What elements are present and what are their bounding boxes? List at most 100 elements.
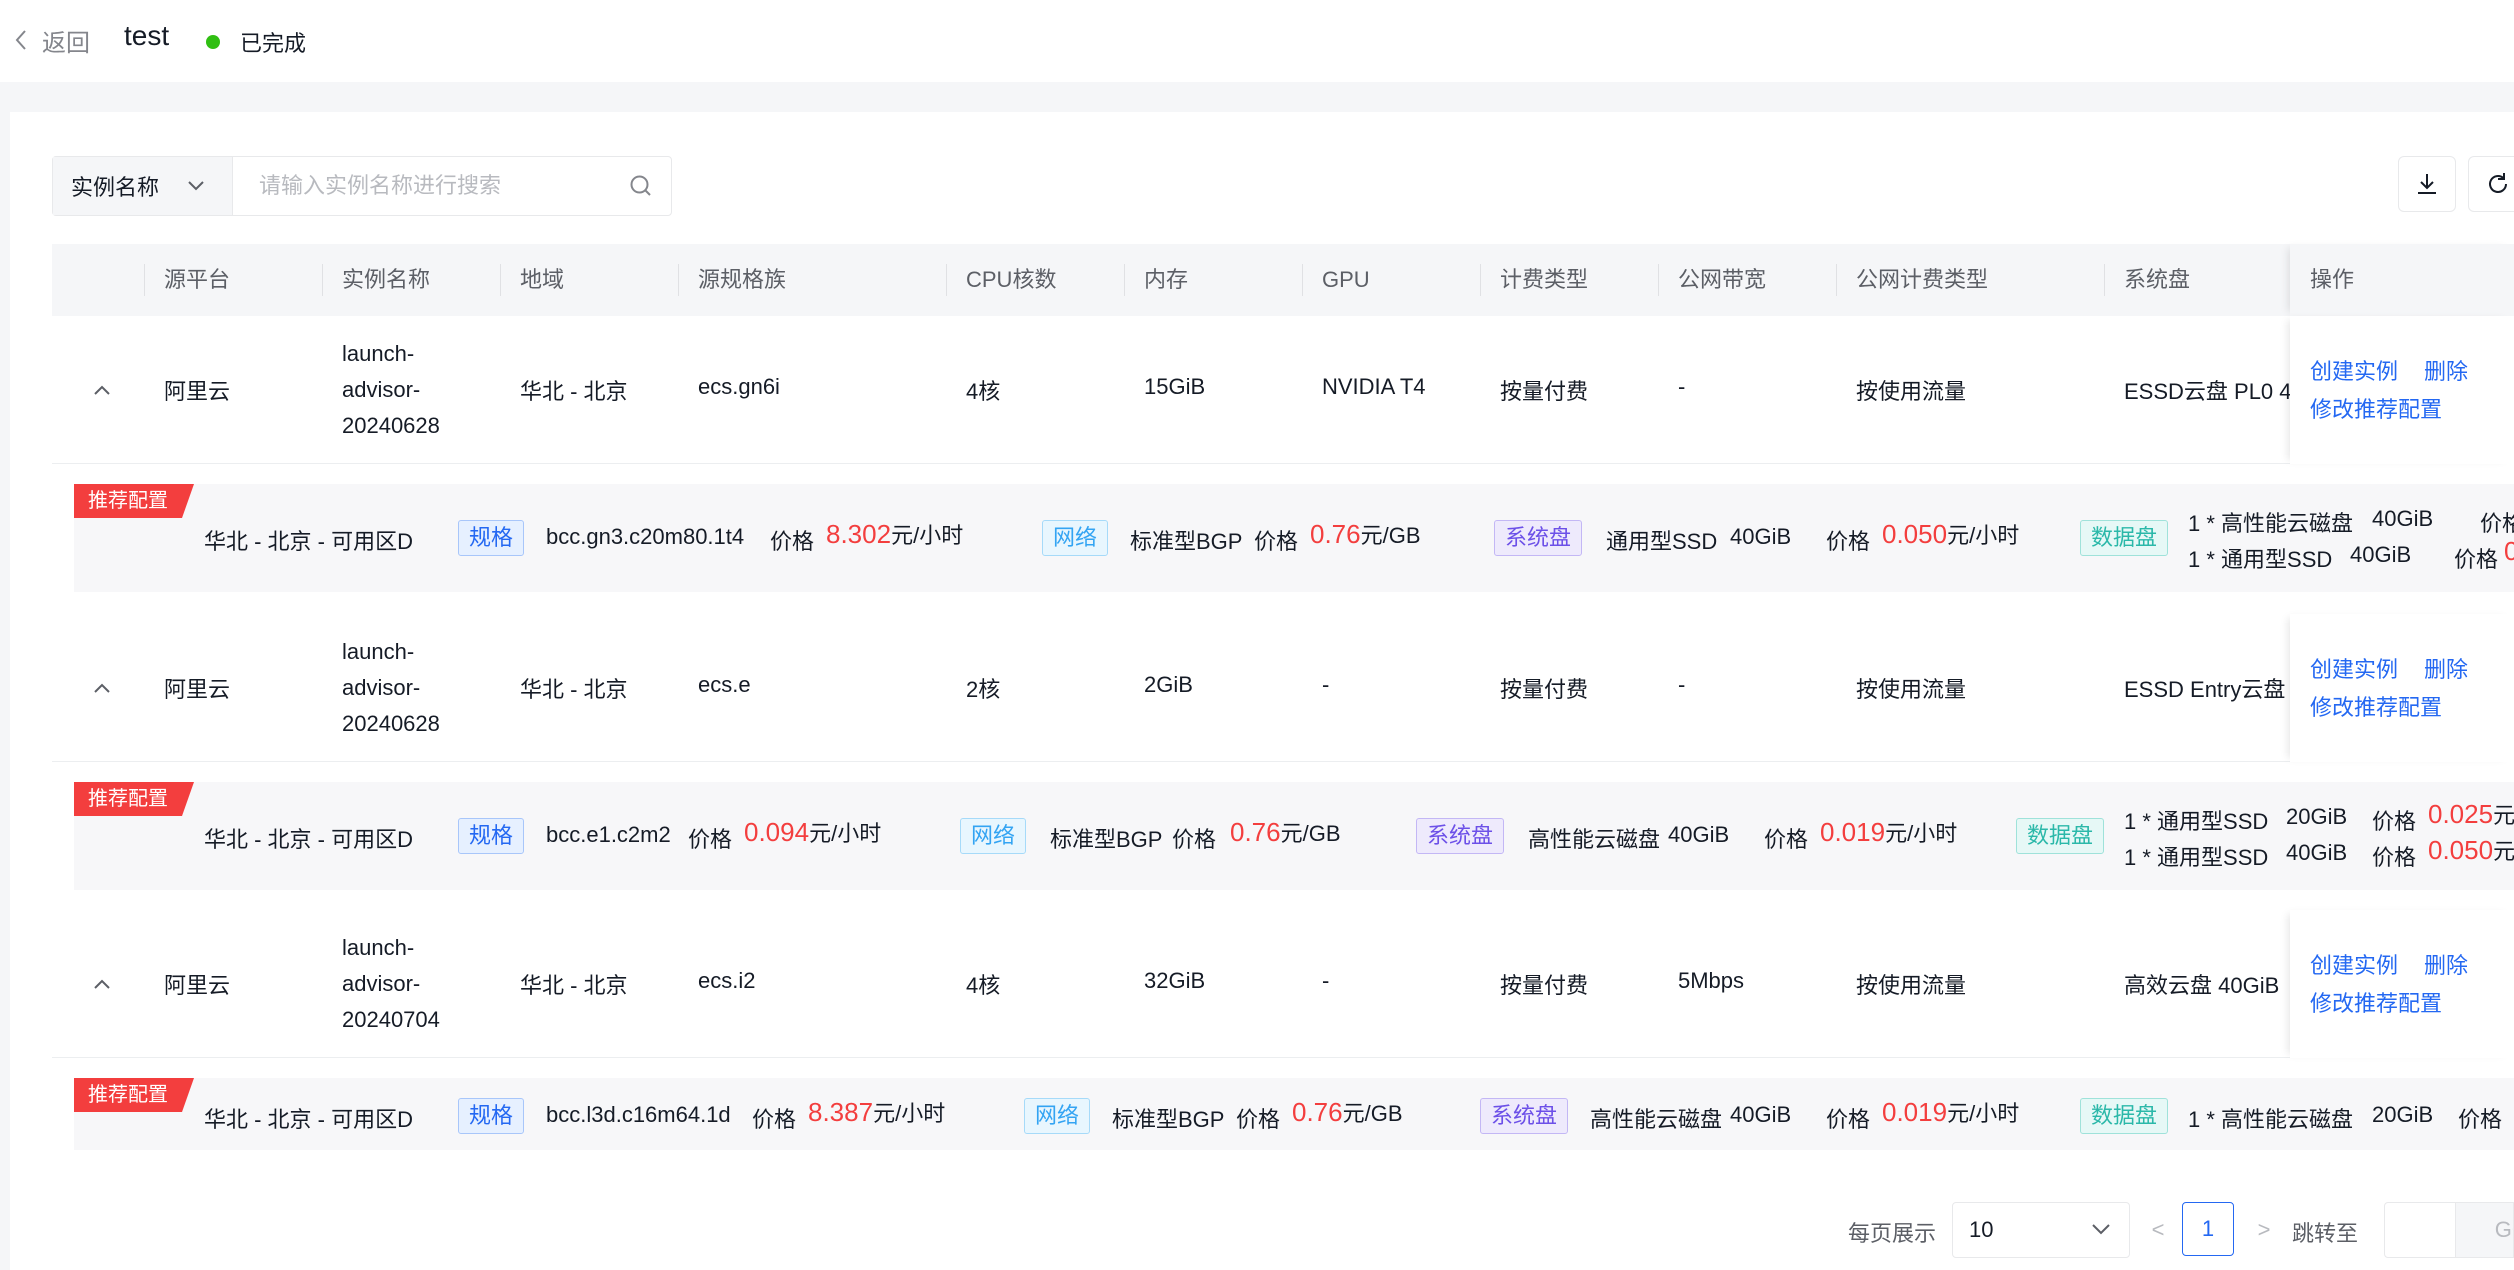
per-page-value: 10 <box>1969 1217 1994 1242</box>
search-icon[interactable] <box>611 157 671 215</box>
rec-data-desc: 1 * 高性能云磁盘 <box>2188 511 2354 536</box>
price-label: 价格 <box>1826 529 1871 554</box>
cell-memory: 2GiB <box>1144 672 1193 697</box>
sys-price-value: 0.019 <box>1882 1097 1948 1127</box>
refresh-icon <box>2489 173 2507 193</box>
recommended-tag: 推荐配置 <box>74 1078 194 1112</box>
spec-price-value: 0.094 <box>744 817 810 847</box>
per-page-select[interactable]: 10 <box>1952 1202 2130 1258</box>
cell-system-disk: ESSD云盘 PL0 4( <box>2124 379 2299 404</box>
rec-sys-type: 高性能云磁盘 <box>1528 827 1661 852</box>
go-button[interactable]: GO <box>2456 1202 2514 1258</box>
rec-net-price: 0.76元/GB <box>1230 816 1341 848</box>
unit-yuan: 元 <box>2493 839 2514 864</box>
cell-system-disk: 高效云盘 40GiB <box>2124 973 2280 998</box>
status-badge: 已完成 <box>206 26 306 58</box>
chevron-up-icon[interactable] <box>90 972 114 996</box>
modify-config-link[interactable]: 修改推荐配置 <box>2310 392 2442 424</box>
unit-per-hour: 元/小时 <box>873 1101 946 1126</box>
rec-data-size: 40GiB <box>2372 506 2434 531</box>
column-divider <box>500 264 501 296</box>
data-disk-badge: 数据盘 <box>2016 818 2105 854</box>
recommended-tag: 推荐配置 <box>74 782 194 816</box>
rec-sys-price: 0.050元/小时 <box>1882 518 2019 550</box>
price-label: 价格 <box>1254 529 1299 554</box>
column-divider <box>1480 264 1481 296</box>
column-divider <box>144 264 145 296</box>
column-divider <box>2104 264 2105 296</box>
cell-instance-name: launch-advisor-20240704 <box>342 935 440 1032</box>
prev-page-button[interactable]: < <box>2146 1202 2170 1258</box>
unit-per-hour: 元/小时 <box>1947 523 2020 548</box>
cell-bandwidth: - <box>1678 374 1686 399</box>
rec-spec-price: 8.387元/小时 <box>808 1096 945 1128</box>
cell-bandwidth: 5Mbps <box>1678 968 1745 993</box>
rec-zone: 华北 - 北京 - 可用区D <box>204 529 413 554</box>
delete-link[interactable]: 删除 <box>2424 354 2468 386</box>
rec-spec: bcc.gn3.c20m80.1t4 <box>546 524 745 549</box>
rec-data-size: 40GiB <box>2350 542 2412 567</box>
unit-per-gb: 元/GB <box>1342 1101 1403 1126</box>
cell-gpu: NVIDIA T4 <box>1322 374 1426 399</box>
rec-spec-price: 8.302元/小时 <box>826 518 963 550</box>
row-actions: 创建实例 删除 修改推荐配置 <box>2290 614 2514 762</box>
top-bar: 返回 test 已完成 <box>0 0 2514 82</box>
net-price-value: 0.76 <box>1230 817 1281 847</box>
rec-data-desc: 1 * 通用型SSD <box>2124 845 2269 870</box>
rec-net-price: 0.76元/GB <box>1292 1096 1403 1128</box>
delete-link[interactable]: 删除 <box>2424 652 2468 684</box>
table-row: 阿里云 launch-advisor-20240628 华北 - 北京 ecs.… <box>52 316 2514 464</box>
col-memory: 内存 <box>1144 267 1189 292</box>
create-instance-link[interactable]: 创建实例 <box>2310 652 2398 684</box>
rec-data-size: 20GiB <box>2286 804 2348 829</box>
search-field-select[interactable]: 实例名称 <box>53 157 233 215</box>
price-label: 价格 <box>2458 1107 2503 1132</box>
rec-zone: 华北 - 北京 - 可用区D <box>204 827 413 852</box>
cell-spec-family: ecs.e <box>698 672 751 697</box>
status-dot-icon <box>206 35 220 49</box>
modify-config-link[interactable]: 修改推荐配置 <box>2310 690 2442 722</box>
go-label: GO <box>2494 1217 2513 1242</box>
cell-system-disk: ESSD Entry云盘 4 <box>2124 677 2304 702</box>
create-instance-link[interactable]: 创建实例 <box>2310 948 2398 980</box>
table-header: 源平台 实例名称 地域 源规格族 CPU核数 内存 GPU 计费类型 公网带宽 … <box>52 244 2514 316</box>
cell-cpu: 4核 <box>966 379 1001 404</box>
col-platform: 源平台 <box>164 267 231 292</box>
cell-gpu: - <box>1322 672 1330 697</box>
unit-per-hour: 元/小时 <box>809 821 882 846</box>
rec-data-desc: 1 * 高性能云磁盘 <box>2188 1107 2354 1132</box>
jump-page-input[interactable] <box>2384 1202 2456 1258</box>
column-divider <box>1658 264 1659 296</box>
back-button[interactable]: 返回 <box>14 22 90 58</box>
rec-net-type: 标准型BGP <box>1050 827 1163 852</box>
create-instance-link[interactable]: 创建实例 <box>2310 354 2398 386</box>
rec-sys-size: 40GiB <box>1668 822 1730 847</box>
refresh-button[interactable] <box>2468 156 2514 212</box>
chevron-up-icon[interactable] <box>90 378 114 402</box>
col-bandwidth: 公网带宽 <box>1678 267 1767 292</box>
col-actions-header: 操作 <box>2290 244 2514 316</box>
next-page-button[interactable]: > <box>2252 1202 2276 1258</box>
rec-sys-type: 通用型SSD <box>1606 529 1718 554</box>
cell-memory: 15GiB <box>1144 374 1206 399</box>
modify-config-link[interactable]: 修改推荐配置 <box>2310 986 2442 1018</box>
cell-cpu: 4核 <box>966 973 1001 998</box>
col-instance-name: 实例名称 <box>342 267 431 292</box>
rec-data-size: 40GiB <box>2286 840 2348 865</box>
rec-sys-type: 高性能云磁盘 <box>1590 1107 1723 1132</box>
spec-badge: 规格 <box>458 818 525 854</box>
download-button[interactable] <box>2398 156 2456 212</box>
net-price-value: 0.76 <box>1292 1097 1343 1127</box>
system-disk-badge: 系统盘 <box>1480 1098 1569 1134</box>
delete-link[interactable]: 删除 <box>2424 948 2468 980</box>
sys-price-value: 0.050 <box>1882 519 1948 549</box>
recommended-config: 推荐配置 华北 - 北京 - 可用区D 规格 bcc.e1.c2m2 价格 0.… <box>74 782 2514 890</box>
jump-to-label: 跳转至 <box>2292 1221 2359 1246</box>
chevron-up-icon[interactable] <box>90 676 114 700</box>
price-label: 价格 <box>2372 809 2417 834</box>
page-1-button[interactable]: 1 <box>2182 1202 2234 1256</box>
col-spec-family: 源规格族 <box>698 267 787 292</box>
search-input[interactable] <box>233 157 611 215</box>
sys-price-value: 0.019 <box>1820 817 1886 847</box>
cell-instance-name: launch-advisor-20240628 <box>342 341 440 438</box>
